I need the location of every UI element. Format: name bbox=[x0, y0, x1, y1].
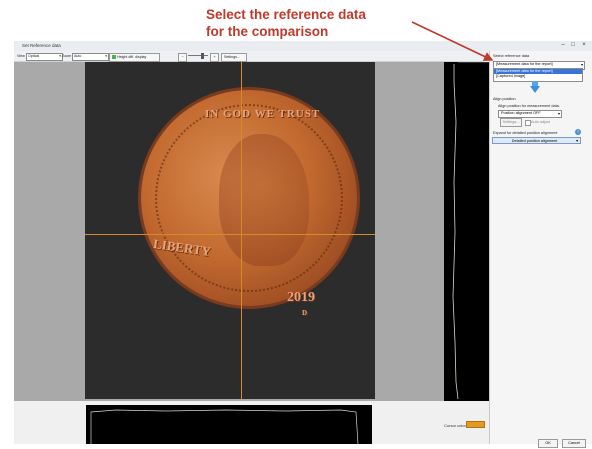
cursor-color-swatch[interactable] bbox=[466, 421, 485, 428]
settings-button[interactable]: Settings... bbox=[221, 53, 247, 62]
coin-year-text: 2019 bbox=[287, 290, 315, 305]
detailed-alignment-label: Detailed position alignment bbox=[511, 139, 558, 143]
zoom-select[interactable]: Auto ▾ bbox=[72, 53, 109, 61]
coin-motto-text: IN GOD WE TRUST bbox=[205, 108, 321, 120]
align-position-label: Align position bbox=[493, 97, 516, 101]
zoom-out-button[interactable]: − bbox=[178, 53, 187, 62]
position-alignment-combo[interactable]: Position alignment OFF ▾ bbox=[498, 110, 562, 118]
window-title: Set Reference data bbox=[22, 43, 61, 48]
annotation-line-2: for the comparison bbox=[206, 24, 329, 39]
height-diff-icon bbox=[112, 55, 116, 60]
position-alignment-value: Position alignment OFF bbox=[501, 111, 541, 115]
maximize-icon[interactable]: □ bbox=[569, 42, 577, 49]
dropdown-option[interactable]: [Captured Image] bbox=[494, 74, 582, 79]
zoom-select-value: Auto bbox=[74, 54, 82, 58]
horizontal-profile-curve bbox=[90, 409, 359, 445]
profile-curve bbox=[452, 62, 489, 400]
chevron-down-icon: ▾ bbox=[557, 111, 560, 116]
align-description: Align position for measurement data. bbox=[498, 104, 560, 108]
reference-data-dropdown: [Measurement data for the report] [Captu… bbox=[493, 68, 583, 82]
chevron-down-icon: ▾ bbox=[576, 139, 578, 143]
coin-image: IN GOD WE TRUST LIBERTY 2019 D bbox=[141, 90, 357, 317]
expand-label: Expand for detailed position alignment bbox=[493, 131, 558, 135]
select-reference-label: Select reference data bbox=[493, 54, 530, 58]
zoom-slider-thumb[interactable] bbox=[201, 53, 204, 59]
height-diff-toggle[interactable]: Height diff. display bbox=[109, 53, 160, 62]
right-panel: Select reference data [Measurement data … bbox=[489, 51, 592, 448]
coin-mint-text: D bbox=[302, 309, 308, 317]
crosshair-vertical[interactable] bbox=[241, 62, 242, 399]
view-select[interactable]: Optical ▾ bbox=[26, 53, 63, 61]
auto-adjust-label: Auto adjust bbox=[531, 120, 550, 124]
detailed-alignment-button[interactable]: Detailed position alignment ▾ bbox=[492, 137, 581, 144]
zoom-in-button[interactable]: + bbox=[210, 53, 219, 62]
zoom-slider[interactable] bbox=[188, 55, 208, 56]
arrow-down-icon bbox=[530, 86, 540, 93]
chevron-down-icon: ▾ bbox=[105, 54, 107, 58]
title-bar: Set Reference data – □ × bbox=[14, 41, 592, 51]
chevron-down-icon: ▾ bbox=[59, 54, 61, 58]
crosshair-horizontal[interactable] bbox=[85, 234, 375, 235]
minimize-icon[interactable]: – bbox=[559, 42, 567, 49]
horizontal-profile-panel bbox=[86, 405, 372, 445]
height-diff-label: Height diff. display bbox=[117, 55, 147, 59]
coin-photo[interactable]: IN GOD WE TRUST LIBERTY 2019 D bbox=[85, 62, 375, 399]
coin-portrait bbox=[219, 134, 309, 266]
chevron-down-icon: ▾ bbox=[580, 62, 583, 67]
align-settings-button[interactable]: Settings... bbox=[500, 118, 522, 127]
reference-data-combo-value: [Measurement data for the report] bbox=[496, 62, 553, 66]
help-icon[interactable]: ? bbox=[575, 129, 581, 135]
height-profile-panel bbox=[444, 62, 489, 401]
close-icon[interactable]: × bbox=[580, 42, 588, 49]
view-label: View bbox=[17, 54, 25, 58]
annotation-text: Select the reference data for the compar… bbox=[206, 6, 366, 40]
view-select-value: Optical bbox=[28, 54, 40, 58]
annotation-line-1: Select the reference data bbox=[206, 7, 366, 22]
cursor-color-label: Cursor color bbox=[444, 423, 466, 428]
zoom-label: Zoom bbox=[62, 54, 72, 58]
toolbar: View Optical ▾ Zoom Auto ▾ Height diff. … bbox=[14, 51, 484, 62]
